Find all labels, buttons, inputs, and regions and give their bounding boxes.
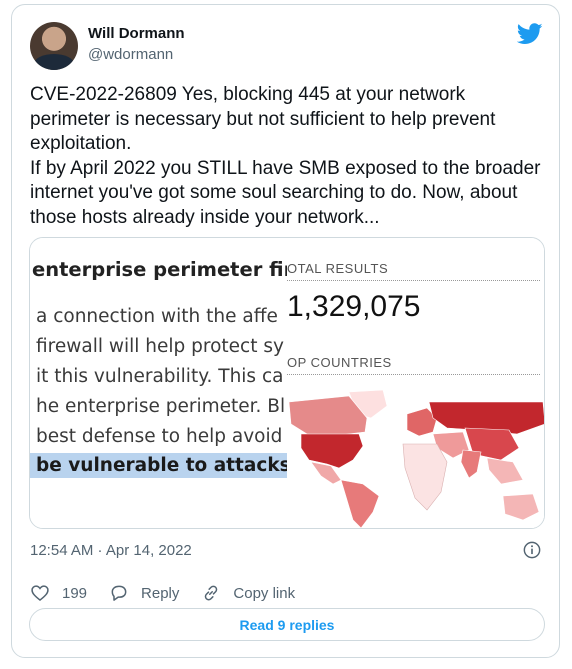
document-heading: enterprise perimeter firew	[32, 258, 287, 281]
divider	[287, 280, 540, 281]
reply-bubble-icon	[111, 585, 127, 601]
document-line: firewall will help protect sy	[36, 336, 284, 357]
document-highlighted-line: be vulnerable to attacks f	[30, 453, 287, 478]
tweet-timestamp[interactable]: 12:54 AM · Apr 14, 2022	[30, 542, 192, 559]
total-results-label: OTAL RESULTS	[287, 261, 389, 276]
user-handle[interactable]: @wdormann	[88, 46, 173, 63]
read-replies-button[interactable]: Read 9 replies	[29, 608, 545, 641]
document-line: a connection with the affe	[36, 306, 278, 327]
copy-link-label: Copy link	[233, 584, 296, 602]
document-excerpt: enterprise perimeter firew a connection …	[30, 238, 287, 528]
avatar-shirt	[34, 54, 74, 70]
like-button[interactable]: 199	[30, 583, 87, 603]
reply-label: Reply	[141, 584, 180, 602]
divider	[287, 374, 540, 375]
document-line: he enterprise perimeter. Bl	[36, 396, 286, 417]
tweet-card: Will Dormann @wdormann CVE-2022-26809 Ye…	[11, 4, 560, 658]
reply-button[interactable]: Reply	[109, 583, 179, 603]
twitter-bird-icon[interactable]	[517, 23, 543, 45]
shodan-stats: OTAL RESULTS 1,329,075 OP COUNTRIES	[287, 238, 544, 528]
document-line: it this vulnerability. This ca	[36, 366, 284, 387]
display-name[interactable]: Will Dormann	[88, 25, 185, 42]
action-bar: 199 Reply Copy link	[30, 581, 317, 605]
total-results-value: 1,329,075	[287, 290, 421, 323]
tweet-image[interactable]: enterprise perimeter firew a connection …	[29, 237, 545, 529]
like-count: 199	[62, 584, 88, 602]
top-countries-label: OP COUNTRIES	[287, 355, 392, 370]
world-map	[287, 388, 544, 528]
tweet-paragraph-1: CVE-2022-26809 Yes, blocking 445 at your…	[30, 84, 496, 154]
heart-icon	[31, 585, 49, 602]
avatar[interactable]	[30, 22, 78, 70]
tweet-paragraph-2: If by April 2022 you STILL have SMB expo…	[30, 157, 541, 228]
copy-link-button[interactable]: Copy link	[201, 583, 295, 603]
info-icon[interactable]	[523, 541, 541, 559]
link-icon	[205, 585, 218, 601]
tweet-text: CVE-2022-26809 Yes, blocking 445 at your…	[30, 83, 545, 230]
document-line: best defense to help avoid	[36, 426, 283, 447]
